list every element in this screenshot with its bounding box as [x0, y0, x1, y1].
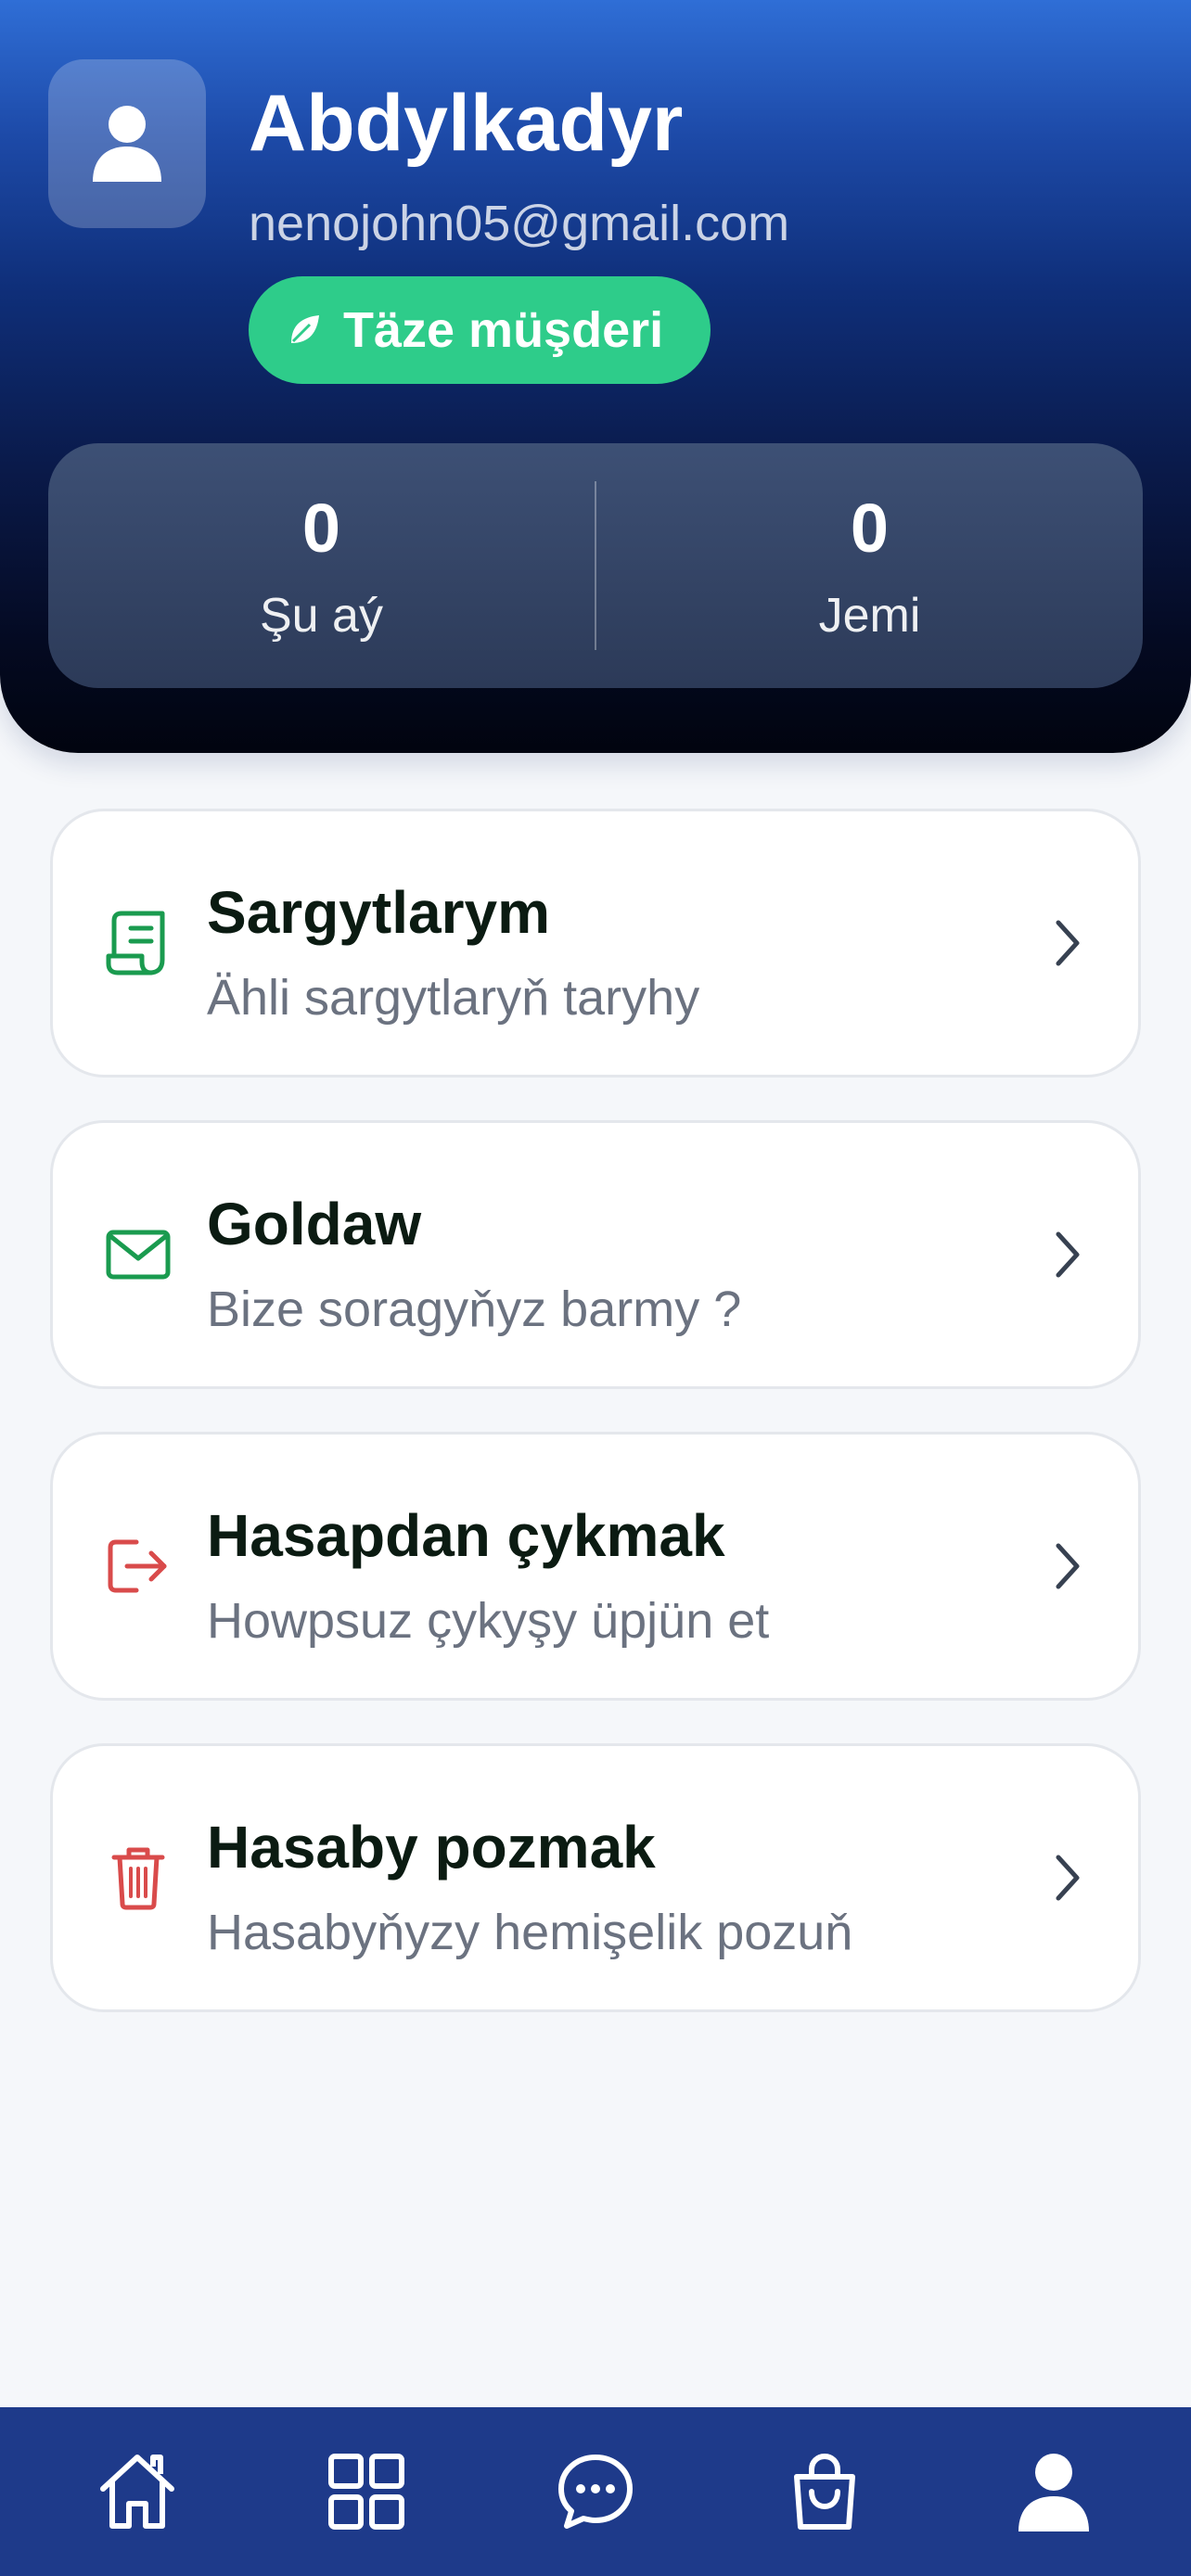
profile-header: Abdylkadyr nenojohn05@gmail.com Täze müş… — [0, 0, 1191, 753]
stat-value: 0 — [850, 489, 890, 567]
menu-title: Hasapdan çykmak — [207, 1502, 725, 1569]
menu-item-orders[interactable]: Sargytlarym Ähli sargytlaryň taryhy — [50, 809, 1141, 1078]
stats-card: 0 Şu aý 0 Jemi — [48, 443, 1143, 688]
stat-value: 0 — [301, 489, 341, 567]
stat-this-month: 0 Şu aý — [48, 489, 595, 644]
nav-chat[interactable] — [551, 2447, 640, 2536]
mail-icon — [106, 1230, 171, 1280]
profile-name: Abdylkadyr — [249, 79, 684, 168]
trash-icon — [111, 1847, 165, 1910]
menu-title: Sargytlarym — [207, 879, 550, 946]
stat-label: Şu aý — [260, 588, 383, 643]
bottom-navigation — [0, 2407, 1191, 2576]
menu-subtitle: Bize soragyňyz barmy ? — [207, 1282, 742, 1337]
menu-item-delete-account[interactable]: Hasaby pozmak Hasabyňyzy hemişelik pozuň — [50, 1743, 1141, 2012]
badge-label: Täze müşderi — [343, 302, 664, 358]
menu-title: Hasaby pozmak — [207, 1814, 656, 1881]
menu-title: Goldaw — [207, 1191, 422, 1257]
nav-profile[interactable] — [1009, 2447, 1098, 2536]
logout-icon — [108, 1539, 167, 1593]
nav-cart[interactable] — [780, 2447, 869, 2536]
leaf-icon — [291, 315, 319, 343]
receipt-icon — [106, 911, 165, 976]
chevron-right-icon — [1056, 1231, 1080, 1278]
chat-icon — [558, 2455, 633, 2529]
chevron-right-icon — [1056, 1543, 1080, 1589]
customer-badge: Täze müşderi — [249, 276, 711, 384]
stat-label: Jemi — [818, 588, 921, 643]
user-avatar-icon — [93, 106, 161, 182]
stat-total: 0 Jemi — [596, 489, 1143, 644]
user-icon — [1018, 2454, 1089, 2531]
nav-categories[interactable] — [322, 2447, 411, 2536]
chevron-right-icon — [1056, 1855, 1080, 1901]
home-icon — [100, 2455, 174, 2529]
avatar[interactable] — [48, 59, 206, 228]
grid-icon — [328, 2454, 404, 2530]
menu-subtitle: Hasabyňyzy hemişelik pozuň — [207, 1905, 853, 1960]
chevron-right-icon — [1056, 920, 1080, 966]
shopping-bag-icon — [794, 2453, 855, 2530]
menu-item-logout[interactable]: Hasapdan çykmak Howpsuz çykyşy üpjün et — [50, 1432, 1141, 1701]
profile-email: nenojohn05@gmail.com — [249, 196, 790, 251]
menu-item-support[interactable]: Goldaw Bize soragyňyz barmy ? — [50, 1120, 1141, 1389]
menu-subtitle: Ähli sargytlaryň taryhy — [207, 970, 700, 1026]
nav-home[interactable] — [93, 2447, 182, 2536]
menu-subtitle: Howpsuz çykyşy üpjün et — [207, 1593, 770, 1649]
